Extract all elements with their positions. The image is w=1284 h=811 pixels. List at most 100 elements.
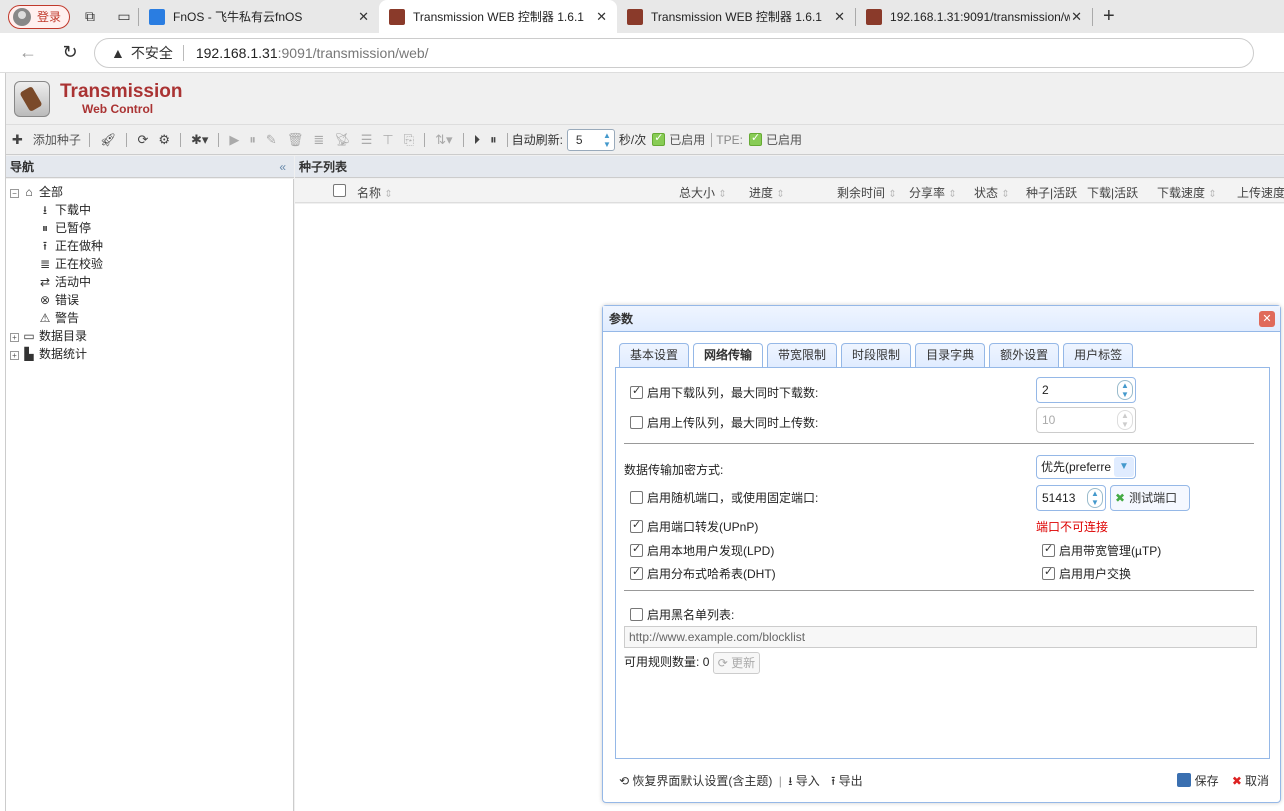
copy-icon[interactable]: ⎘ (404, 132, 414, 148)
upload-queue-checkbox[interactable] (630, 416, 643, 429)
nav-item-error[interactable]: ⊗ 错误 (10, 291, 289, 309)
column-progress[interactable]: 进度 ⇕ (749, 184, 785, 201)
export-button[interactable]: ⭱ 导出 (831, 774, 863, 788)
select-all-checkbox[interactable] (333, 184, 350, 198)
pause-all-icon[interactable]: ⏸ (490, 132, 497, 148)
update-button[interactable]: ⟳ 更新 (712, 652, 761, 674)
edit-icon[interactable]: ✎ (266, 132, 277, 148)
encryption-select[interactable]: 优先(preferre ▼ (1036, 455, 1136, 479)
port-status: 端口不可连接 (1036, 520, 1109, 534)
tab-basic[interactable]: 基本设置 (619, 343, 690, 367)
pause-icon[interactable]: ⏸ (249, 132, 256, 148)
close-icon[interactable]: ✕ (1071, 9, 1082, 25)
lpd-checkbox[interactable] (630, 542, 643, 557)
rocket-icon[interactable]: 🚀︎ (100, 132, 117, 148)
utp-checkbox[interactable] (1042, 542, 1055, 557)
tab-user-labels[interactable]: 用户标签 (1063, 343, 1134, 367)
stepper-arrows-icon[interactable]: ▲ ▼ (1117, 380, 1133, 400)
nav-item-checking[interactable]: ≣ 正在校验 (10, 255, 289, 273)
dht-checkbox[interactable] (630, 565, 643, 580)
tab-network[interactable]: 网络传输 (693, 343, 764, 368)
tab-actions-icon[interactable]: ▭ (110, 5, 138, 29)
label-icon[interactable]: ⊤ (382, 132, 393, 148)
nav-item-data-dir[interactable]: + ▭ 数据目录 (10, 327, 289, 345)
encryption-value: 优先(preferre (1041, 460, 1112, 474)
delete-icon[interactable]: 🗑︎ (287, 132, 304, 148)
close-icon[interactable]: ✕ (1259, 311, 1275, 327)
random-port-checkbox[interactable] (630, 491, 643, 504)
move-icon[interactable]: ☰ (361, 132, 373, 148)
expand-tree-icon[interactable]: + (10, 351, 19, 360)
tab-extra[interactable]: 额外设置 (989, 343, 1060, 367)
checkbox[interactable] (333, 184, 346, 197)
tab-fnos[interactable]: FnOS - 飞牛私有云fnOS ✕ (139, 0, 379, 33)
nav-item-warning[interactable]: ⚠ 警告 (10, 309, 289, 327)
collapse-tree-icon[interactable]: − (10, 189, 19, 198)
download-queue-checkbox[interactable] (630, 384, 643, 399)
add-torrent-button[interactable]: 添加种子 (33, 131, 81, 148)
tab-title: 192.168.1.31:9091/transmission/w (890, 9, 1071, 24)
blocklist-url-input[interactable]: http://www.example.com/blocklist (624, 626, 1257, 648)
dialog-titlebar[interactable]: 参数 ✕ (603, 306, 1280, 332)
save-button[interactable]: 保存 (1176, 773, 1219, 788)
tpe-checkbox[interactable] (748, 131, 762, 146)
login-button[interactable]: 登录 (8, 4, 71, 29)
nav-item-all[interactable]: − ⌂ 全部 (10, 183, 289, 201)
tab-schedule[interactable]: 时段限制 (841, 343, 912, 367)
column-size[interactable]: 总大小 ⇕ (679, 184, 727, 201)
column-ul-speed[interactable]: 上传速度 (1237, 184, 1284, 201)
port-stepper[interactable]: 51413 ▲ ▼ (1036, 485, 1106, 511)
restore-button[interactable]: ⟲ 恢复界面默认设置(含主题) (619, 774, 772, 788)
workspaces-icon[interactable]: ⧉ (76, 5, 104, 29)
tab-transmission-3[interactable]: 192.168.1.31:9091/transmission/w ✕ (856, 0, 1092, 33)
back-icon[interactable]: ← (14, 42, 42, 63)
column-name[interactable]: 名称 ⇕ (357, 184, 393, 201)
tab-transmission-2[interactable]: Transmission WEB 控制器 1.6.1 ✕ (617, 0, 855, 33)
upload-queue-stepper[interactable]: 10 ▲ ▼ (1036, 407, 1136, 433)
column-ratio[interactable]: 分享率 ⇕ (909, 184, 957, 201)
stepper-arrows-icon[interactable]: ▲ ▼ (1117, 410, 1133, 430)
stepper-arrows-icon[interactable]: ▲ ▼ (1087, 488, 1103, 508)
autorefresh-checkbox[interactable] (652, 131, 666, 146)
import-button[interactable]: ⭳ 导入 (788, 774, 820, 788)
gear-icon[interactable]: ⚙ (158, 132, 170, 148)
nav-item-stats[interactable]: + ▙ 数据统计 (10, 345, 289, 363)
upnp-checkbox[interactable] (630, 518, 643, 533)
column-seeds[interactable]: 种子|活跃 (1026, 184, 1077, 201)
tab-transmission-active[interactable]: Transmission WEB 控制器 1.6.1 ✕ (379, 0, 618, 33)
add-icon[interactable]: ✚ (12, 132, 23, 148)
close-icon[interactable]: ✕ (596, 9, 607, 25)
tab-bandwidth[interactable]: 带宽限制 (767, 343, 838, 367)
start-icon[interactable]: ▶ (229, 132, 239, 148)
reload-icon[interactable]: ↻ (56, 42, 84, 63)
column-peers[interactable]: 下载|活跃 (1087, 184, 1138, 201)
column-remaining[interactable]: 剩余时间 ⇕ (837, 184, 897, 201)
close-icon[interactable]: ✕ (834, 9, 845, 25)
close-icon[interactable]: ✕ (358, 9, 369, 25)
collapse-icon[interactable]: « (279, 156, 286, 178)
expand-tree-icon[interactable]: + (10, 333, 19, 342)
nav-item-seeding[interactable]: ⭱ 正在做种 (10, 237, 289, 255)
nav-item-paused[interactable]: ⏸ 已暂停 (10, 219, 289, 237)
refresh-icon[interactable]: ⟳ (137, 132, 148, 148)
random-port-label: 启用随机端口，或使用固定端口: (647, 491, 819, 505)
pex-checkbox[interactable] (1042, 565, 1055, 580)
test-port-button[interactable]: ✖ 测试端口 (1110, 485, 1190, 511)
autorefresh-stepper[interactable]: 5 ▲ ▼ (566, 128, 615, 151)
announce-icon[interactable]: 📡︎ (334, 132, 351, 148)
verify-icon[interactable]: ≣ (313, 132, 324, 148)
nav-item-active[interactable]: ⇄ 活动中 (10, 273, 289, 291)
url-input[interactable]: ▲ 不安全 192.168.1.31:9091/transmission/web… (94, 37, 1254, 68)
stepper-arrows-icon[interactable]: ▲ ▼ (600, 131, 614, 149)
nav-item-downloading[interactable]: ⭳ 下载中 (10, 201, 289, 219)
column-dl-speed[interactable]: 下载速度 ⇕ (1157, 184, 1217, 201)
new-tab-icon[interactable]: + (1103, 5, 1115, 28)
start-all-icon[interactable]: ⏵ (474, 132, 481, 148)
queue-icon[interactable]: ⇅▾ (435, 132, 452, 148)
tab-directories[interactable]: 目录字典 (915, 343, 986, 367)
cancel-button[interactable]: ✖ 取消 (1232, 774, 1269, 788)
blocklist-checkbox[interactable] (630, 608, 643, 621)
download-queue-stepper[interactable]: 2 ▲ ▼ (1036, 377, 1136, 403)
plugin-icon[interactable]: ✱▾ (191, 132, 208, 148)
column-status[interactable]: 状态 ⇕ (974, 184, 1010, 201)
